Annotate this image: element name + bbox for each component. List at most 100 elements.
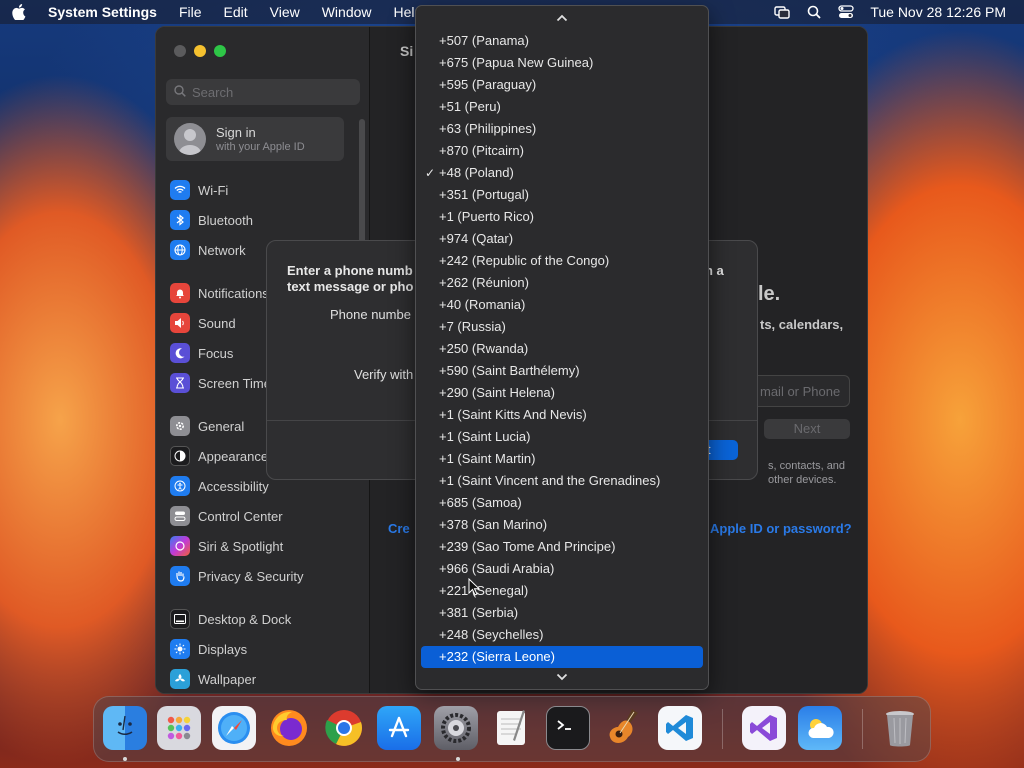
country-code-list: +507 (Panama) +675 (Papua New Guinea) +5…	[421, 30, 703, 668]
country-code-menu[interactable]: +507 (Panama) +675 (Papua New Guinea) +5…	[415, 5, 709, 690]
firefox-icon[interactable]	[267, 706, 311, 750]
close-window-button[interactable]	[174, 45, 186, 57]
launchpad-icon[interactable]	[157, 706, 201, 750]
chrome-icon[interactable]	[322, 706, 366, 750]
sidebar-scrollbar[interactable]	[359, 119, 365, 249]
menu-view[interactable]: View	[270, 4, 300, 20]
sidebar-item-sound[interactable]: Sound	[170, 312, 236, 334]
menu-item[interactable]: +675 (Papua New Guinea)	[421, 52, 703, 74]
sidebar-item-wifi[interactable]: Wi-Fi	[170, 179, 228, 201]
sidebar-item-label: Appearance	[198, 448, 269, 464]
textedit-icon[interactable]	[490, 706, 534, 750]
checkmark-icon: ✓	[425, 166, 436, 180]
control-center-icon[interactable]	[838, 4, 854, 20]
menu-app-name[interactable]: System Settings	[48, 4, 157, 20]
search-icon	[174, 84, 186, 100]
minimize-window-button[interactable]	[194, 45, 206, 57]
sidebar-item-appearance[interactable]: Appearance	[170, 445, 268, 467]
sidebar-item-screen-time[interactable]: Screen Time	[170, 372, 271, 394]
menu-item[interactable]: +248 (Seychelles)	[421, 624, 703, 646]
sidebar-item-label: Privacy & Security	[198, 568, 304, 584]
visual-studio-icon[interactable]	[742, 706, 786, 750]
menu-item[interactable]: +870 (Pitcairn)	[421, 140, 703, 162]
sidebar-item-bluetooth[interactable]: Bluetooth	[170, 209, 253, 231]
sidebar-item-control-center[interactable]: Control Center	[170, 505, 283, 527]
window-controls	[174, 45, 226, 57]
weather-icon[interactable]	[798, 706, 842, 750]
signin-subtitle: with your Apple ID	[216, 141, 305, 153]
screen-mirroring-icon[interactable]	[774, 4, 791, 20]
app-store-icon[interactable]	[377, 706, 421, 750]
menu-item[interactable]: +51 (Peru)	[421, 96, 703, 118]
create-apple-id-link[interactable]: Cre	[388, 521, 410, 536]
system-settings-icon[interactable]	[434, 706, 478, 750]
sidebar-search[interactable]	[166, 79, 360, 105]
menu-item[interactable]: +1 (Saint Vincent and the Grenadines)	[421, 470, 703, 492]
sidebar-item-general[interactable]: General	[170, 415, 244, 437]
safari-icon[interactable]	[212, 706, 256, 750]
menu-item[interactable]: +590 (Saint Barthélemy)	[421, 360, 703, 382]
menu-item[interactable]: +242 (Republic of the Congo)	[421, 250, 703, 272]
sidebar-item-network[interactable]: Network	[170, 239, 246, 261]
zoom-window-button[interactable]	[214, 45, 226, 57]
sidebar-item-siri-spotlight[interactable]: Siri & Spotlight	[170, 535, 283, 557]
description-devices: other devices.	[768, 474, 837, 486]
scroll-down-chevron-icon[interactable]	[416, 667, 708, 687]
search-input[interactable]	[192, 84, 352, 100]
scroll-up-chevron-icon[interactable]	[416, 8, 708, 28]
finder-icon[interactable]	[103, 706, 147, 750]
menu-item[interactable]: +378 (San Marino)	[421, 514, 703, 536]
menu-item[interactable]: +595 (Paraguay)	[421, 74, 703, 96]
spotlight-search-icon[interactable]	[806, 4, 822, 20]
menu-item-highlighted[interactable]: +232 (Sierra Leone)	[421, 646, 703, 668]
menu-clock[interactable]: Tue Nov 28 12:26 PM	[870, 4, 1006, 20]
sidebar-item-label: Desktop & Dock	[198, 611, 292, 627]
menu-item[interactable]: +1 (Saint Kitts And Nevis)	[421, 404, 703, 426]
trash-icon[interactable]	[878, 706, 922, 750]
menu-item[interactable]: +1 (Puerto Rico)	[421, 206, 703, 228]
avatar-icon	[174, 123, 206, 155]
vscode-icon[interactable]	[658, 706, 702, 750]
menu-item[interactable]: +1 (Saint Martin)	[421, 448, 703, 470]
menu-item[interactable]: +351 (Portugal)	[421, 184, 703, 206]
menu-window[interactable]: Window	[322, 4, 372, 20]
appearance-icon	[170, 446, 190, 466]
menu-item[interactable]: +507 (Panama)	[421, 30, 703, 52]
menu-item[interactable]: +1 (Saint Lucia)	[421, 426, 703, 448]
globe-icon	[170, 240, 190, 260]
sidebar-item-displays[interactable]: Displays	[170, 638, 247, 660]
menu-item[interactable]: +40 (Romania)	[421, 294, 703, 316]
menu-item[interactable]: +262 (Réunion)	[421, 272, 703, 294]
menu-item[interactable]: +381 (Serbia)	[421, 602, 703, 624]
menu-edit[interactable]: Edit	[224, 4, 248, 20]
dock	[93, 696, 931, 762]
mouse-pointer-icon	[468, 577, 481, 599]
sidebar-item-desktop-dock[interactable]: Desktop & Dock	[170, 608, 291, 630]
menu-item[interactable]: +290 (Saint Helena)	[421, 382, 703, 404]
bell-icon	[170, 283, 190, 303]
sidebar-item-privacy-security[interactable]: Privacy & Security	[170, 565, 303, 587]
menu-item[interactable]: +250 (Rwanda)	[421, 338, 703, 360]
sidebar-item-focus[interactable]: Focus	[170, 342, 233, 364]
sidebar-item-accessibility[interactable]: Accessibility	[170, 475, 269, 497]
apple-menu-icon[interactable]	[12, 4, 30, 20]
moon-icon	[170, 343, 190, 363]
next-button[interactable]: Next	[764, 419, 850, 439]
sidebar-item-notifications[interactable]: Notifications	[170, 282, 269, 304]
menu-item[interactable]: +63 (Philippines)	[421, 118, 703, 140]
menu-item[interactable]: ✓ +48 (Poland)	[421, 162, 703, 184]
forgot-password-link[interactable]: Apple ID or password?	[710, 521, 852, 536]
menu-item[interactable]: +221 (Senegal)	[421, 580, 703, 602]
garageband-icon[interactable]	[602, 706, 646, 750]
menu-item[interactable]: +685 (Samoa)	[421, 492, 703, 514]
apple-id-signin[interactable]: Sign in with your Apple ID	[166, 117, 344, 161]
menu-item[interactable]: +7 (Russia)	[421, 316, 703, 338]
sidebar-item-wallpaper[interactable]: Wallpaper	[170, 668, 256, 690]
menu-file[interactable]: File	[179, 4, 202, 20]
menu-item[interactable]: +974 (Qatar)	[421, 228, 703, 250]
menu-item[interactable]: +239 (Sao Tome And Principe)	[421, 536, 703, 558]
email-phone-field[interactable]: mail or Phone	[750, 375, 850, 407]
verify-with-label: Verify with	[354, 367, 414, 382]
terminal-icon[interactable]	[546, 706, 590, 750]
menu-item[interactable]: +966 (Saudi Arabia)	[421, 558, 703, 580]
